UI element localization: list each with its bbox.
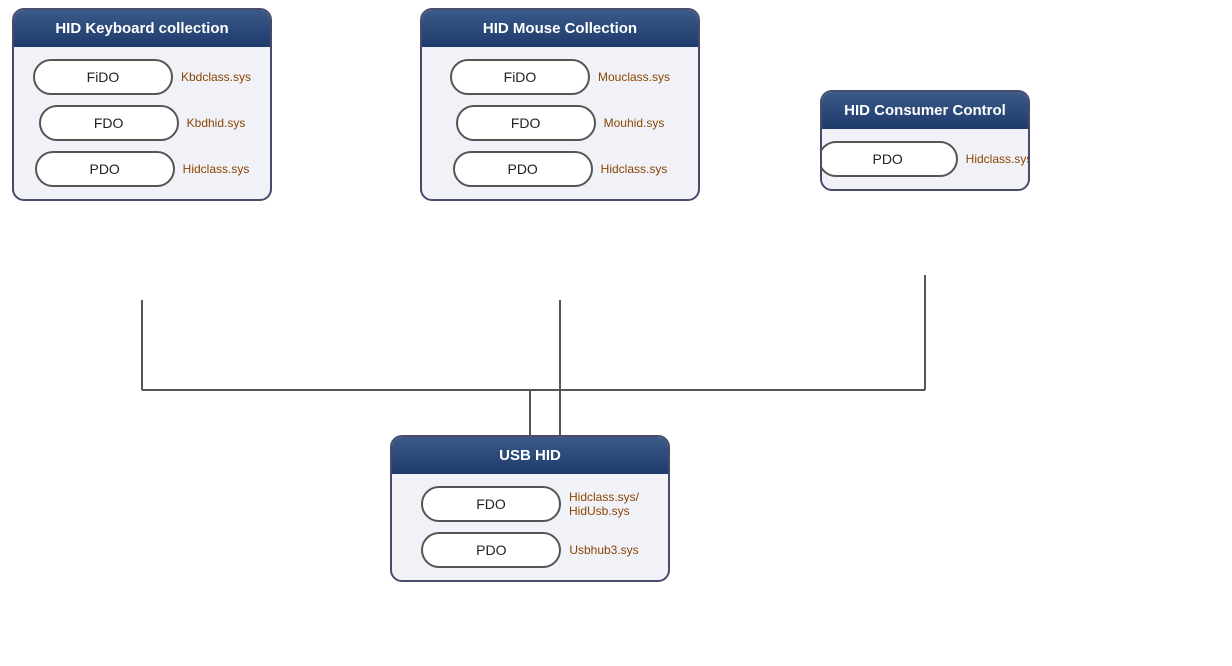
mouse-fdo-node: FDO bbox=[456, 105, 596, 141]
usb-pdo-label: Usbhub3.sys bbox=[569, 543, 638, 557]
mouse-fdo-label: Mouhid.sys bbox=[604, 116, 665, 130]
consumer-pdo-row: PDO Hidclass.sys bbox=[820, 141, 1030, 177]
mouse-pdo-row: PDO Hidclass.sys bbox=[453, 151, 668, 187]
kbd-fido-label: Kbdclass.sys bbox=[181, 70, 251, 84]
kbd-pdo-label: Hidclass.sys bbox=[183, 162, 250, 176]
keyboard-collection-header: HID Keyboard collection bbox=[14, 10, 270, 47]
diagram-container: HID Keyboard collection FiDO Kbdclass.sy… bbox=[0, 0, 1232, 666]
consumer-pdo-label: Hidclass.sys bbox=[966, 152, 1030, 166]
mouse-fido-row: FiDO Mouclass.sys bbox=[450, 59, 670, 95]
kbd-fdo-label: Kbdhid.sys bbox=[187, 116, 246, 130]
consumer-collection: HID Consumer Control PDO Hidclass.sys bbox=[820, 90, 1030, 191]
usb-fdo-node: FDO bbox=[421, 486, 561, 522]
kbd-pdo-row: PDO Hidclass.sys bbox=[35, 151, 250, 187]
mouse-fdo-row: FDO Mouhid.sys bbox=[456, 105, 665, 141]
kbd-fido-row: FiDO Kbdclass.sys bbox=[33, 59, 251, 95]
usb-pdo-row: PDO Usbhub3.sys bbox=[421, 532, 638, 568]
mouse-pdo-node: PDO bbox=[453, 151, 593, 187]
kbd-pdo-node: PDO bbox=[35, 151, 175, 187]
mouse-fido-label: Mouclass.sys bbox=[598, 70, 670, 84]
usb-hid-collection: USB HID FDO Hidclass.sys/ HidUsb.sys PDO… bbox=[390, 435, 670, 582]
usb-hid-collection-body: FDO Hidclass.sys/ HidUsb.sys PDO Usbhub3… bbox=[392, 474, 668, 580]
mouse-fido-node: FiDO bbox=[450, 59, 590, 95]
kbd-fido-node: FiDO bbox=[33, 59, 173, 95]
mouse-pdo-label: Hidclass.sys bbox=[601, 162, 668, 176]
keyboard-collection: HID Keyboard collection FiDO Kbdclass.sy… bbox=[12, 8, 272, 201]
kbd-fdo-row: FDO Kbdhid.sys bbox=[39, 105, 246, 141]
kbd-fdo-node: FDO bbox=[39, 105, 179, 141]
usb-hid-collection-header: USB HID bbox=[392, 437, 668, 474]
usb-pdo-node: PDO bbox=[421, 532, 561, 568]
keyboard-collection-body: FiDO Kbdclass.sys FDO Kbdhid.sys PDO Hid… bbox=[14, 47, 270, 199]
mouse-collection-header: HID Mouse Collection bbox=[422, 10, 698, 47]
consumer-pdo-node: PDO bbox=[820, 141, 958, 177]
mouse-collection: HID Mouse Collection FiDO Mouclass.sys F… bbox=[420, 8, 700, 201]
usb-fdo-row: FDO Hidclass.sys/ HidUsb.sys bbox=[421, 486, 639, 522]
usb-fdo-label: Hidclass.sys/ HidUsb.sys bbox=[569, 490, 639, 518]
consumer-collection-body: PDO Hidclass.sys bbox=[822, 129, 1028, 189]
mouse-collection-body: FiDO Mouclass.sys FDO Mouhid.sys PDO Hid… bbox=[422, 47, 698, 199]
consumer-collection-header: HID Consumer Control bbox=[822, 92, 1028, 129]
